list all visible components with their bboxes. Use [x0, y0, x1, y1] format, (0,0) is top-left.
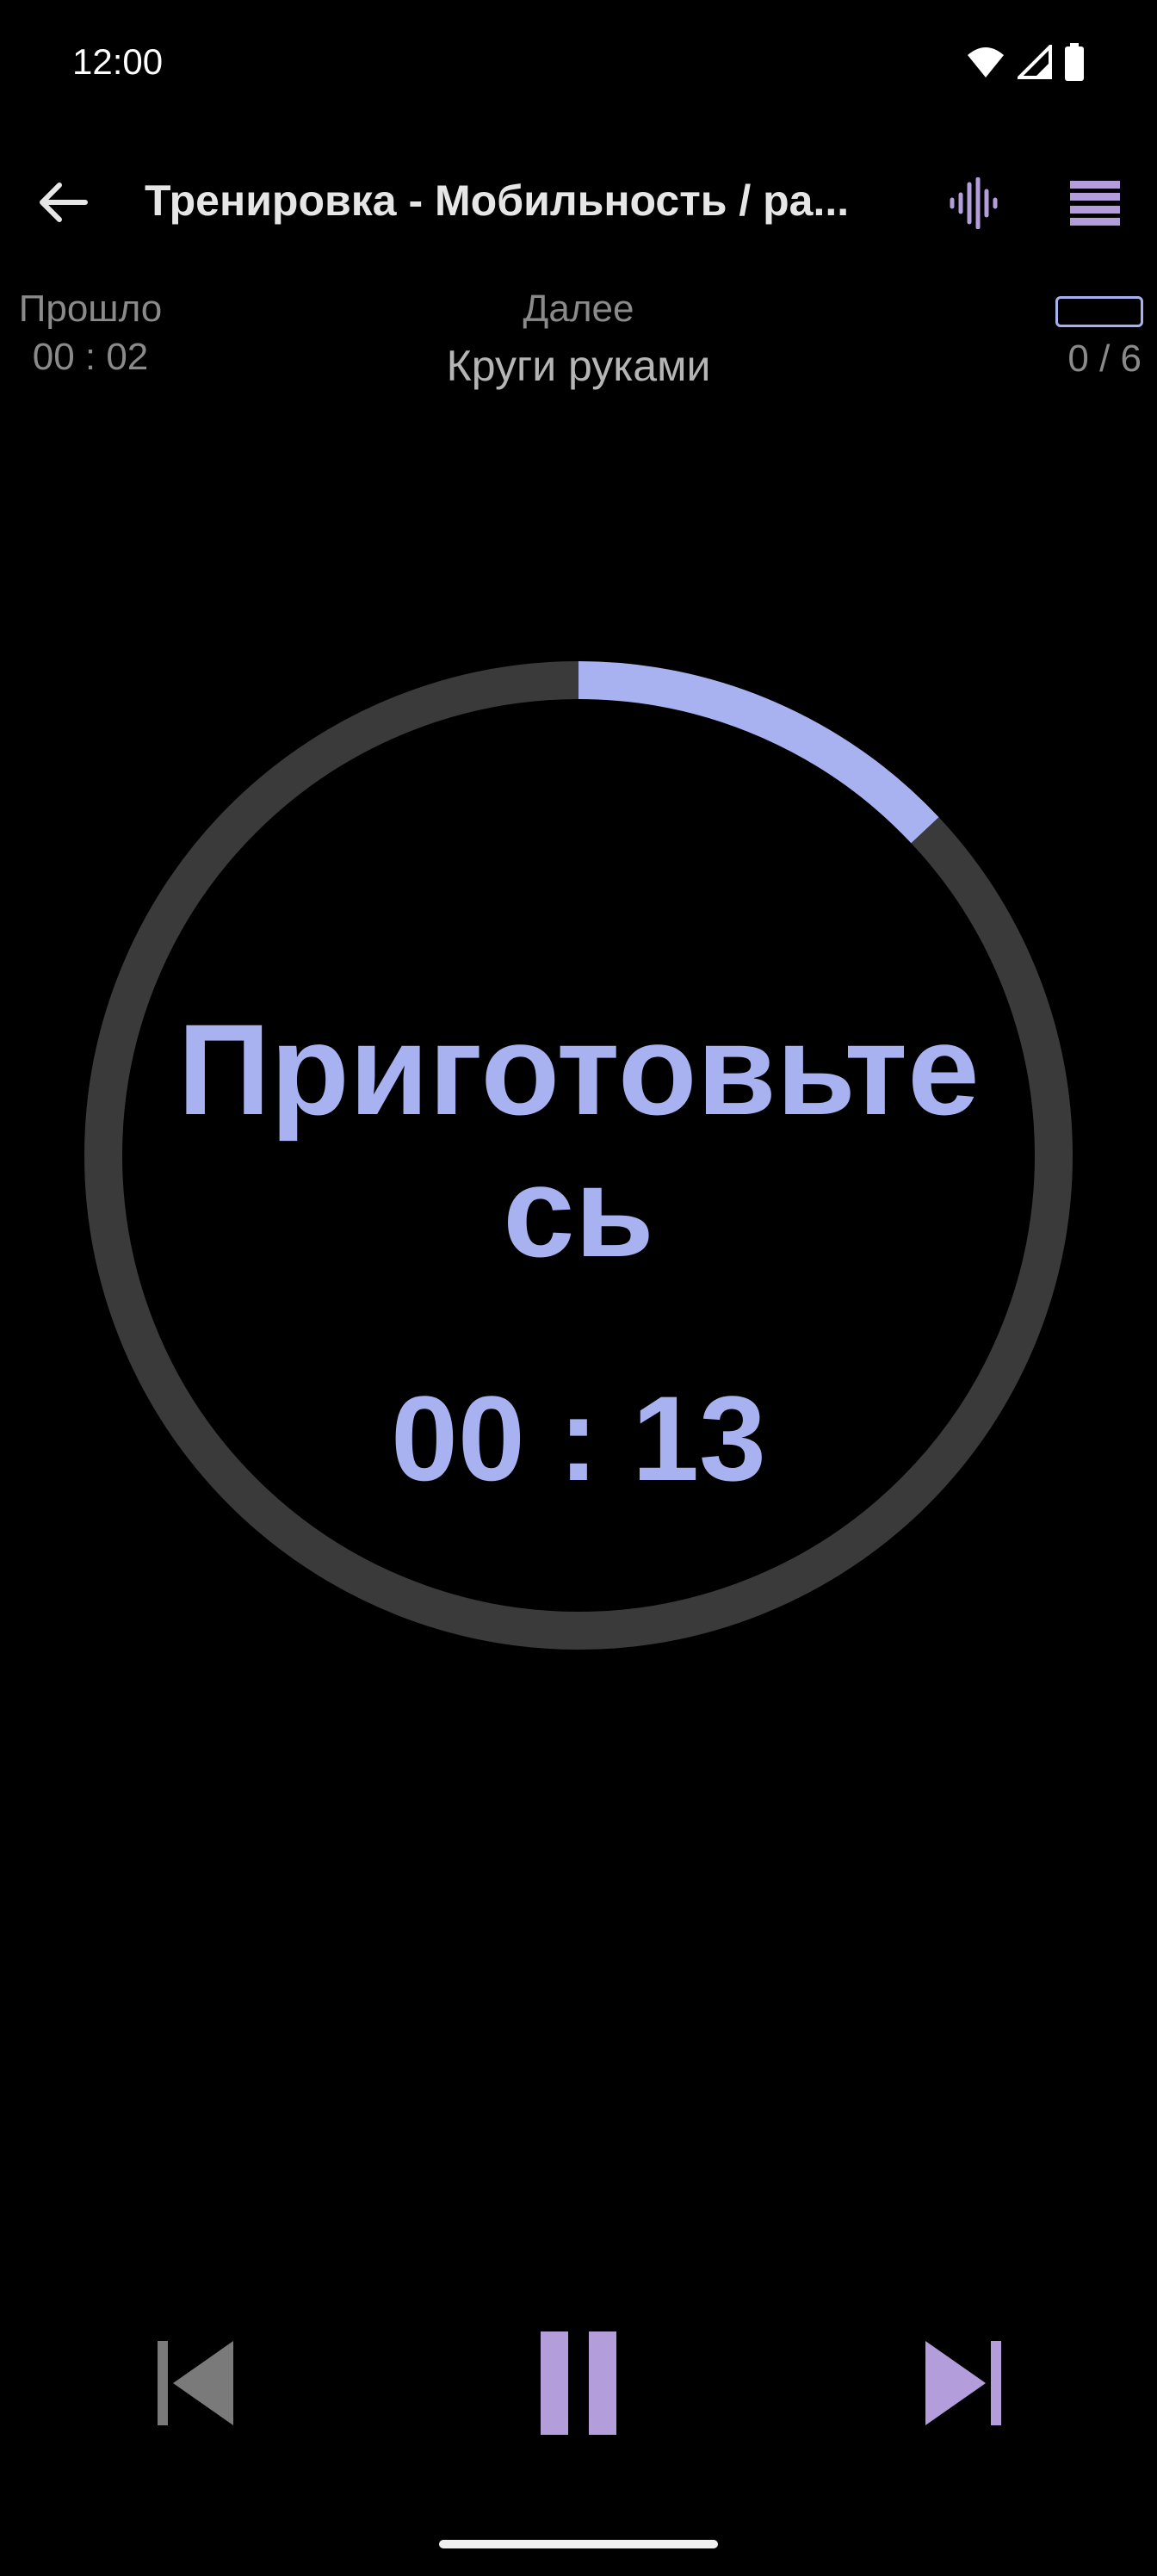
status-icons: [966, 42, 1085, 85]
next-button[interactable]: [904, 2325, 1024, 2445]
exercise-progress-bar: [1055, 296, 1143, 327]
app-bar: Тренировка - Мобильность / ра...: [0, 155, 1157, 250]
battery-icon: [1064, 43, 1085, 85]
next-exercise-name: Круги руками: [446, 342, 711, 390]
next-label: Далее: [523, 288, 634, 330]
signal-icon: [1015, 42, 1052, 84]
elapsed-value: 00 : 02: [32, 336, 149, 378]
home-indicator[interactable]: [439, 2540, 718, 2548]
previous-button[interactable]: [134, 2325, 255, 2445]
wifi-icon: [966, 45, 1005, 84]
list-icon: [1070, 180, 1120, 230]
arrow-left-icon: [37, 181, 89, 228]
exercise-count: 0 / 6: [1067, 337, 1142, 380]
page-title: Тренировка - Мобильность / ра...: [145, 176, 850, 225]
elapsed-time: Прошло 00 : 02: [0, 288, 181, 379]
phase-text: Приготовьтесь: [177, 997, 980, 1284]
exercise-list-button[interactable]: [1061, 170, 1129, 239]
status-time: 12:00: [72, 41, 164, 82]
sound-wave-icon: [947, 176, 999, 233]
voice-button[interactable]: [938, 170, 1007, 239]
next-exercise: Далее Круги руками: [320, 288, 837, 391]
skip-next-icon: [917, 2336, 1012, 2435]
pause-icon: [537, 2331, 620, 2439]
elapsed-label: Прошло: [18, 288, 163, 330]
back-button[interactable]: [26, 168, 99, 241]
countdown-timer: 00 : 13: [391, 1371, 766, 1506]
pause-button[interactable]: [518, 2325, 639, 2445]
skip-previous-icon: [147, 2336, 242, 2435]
status-bar: 12:00: [0, 0, 1157, 129]
